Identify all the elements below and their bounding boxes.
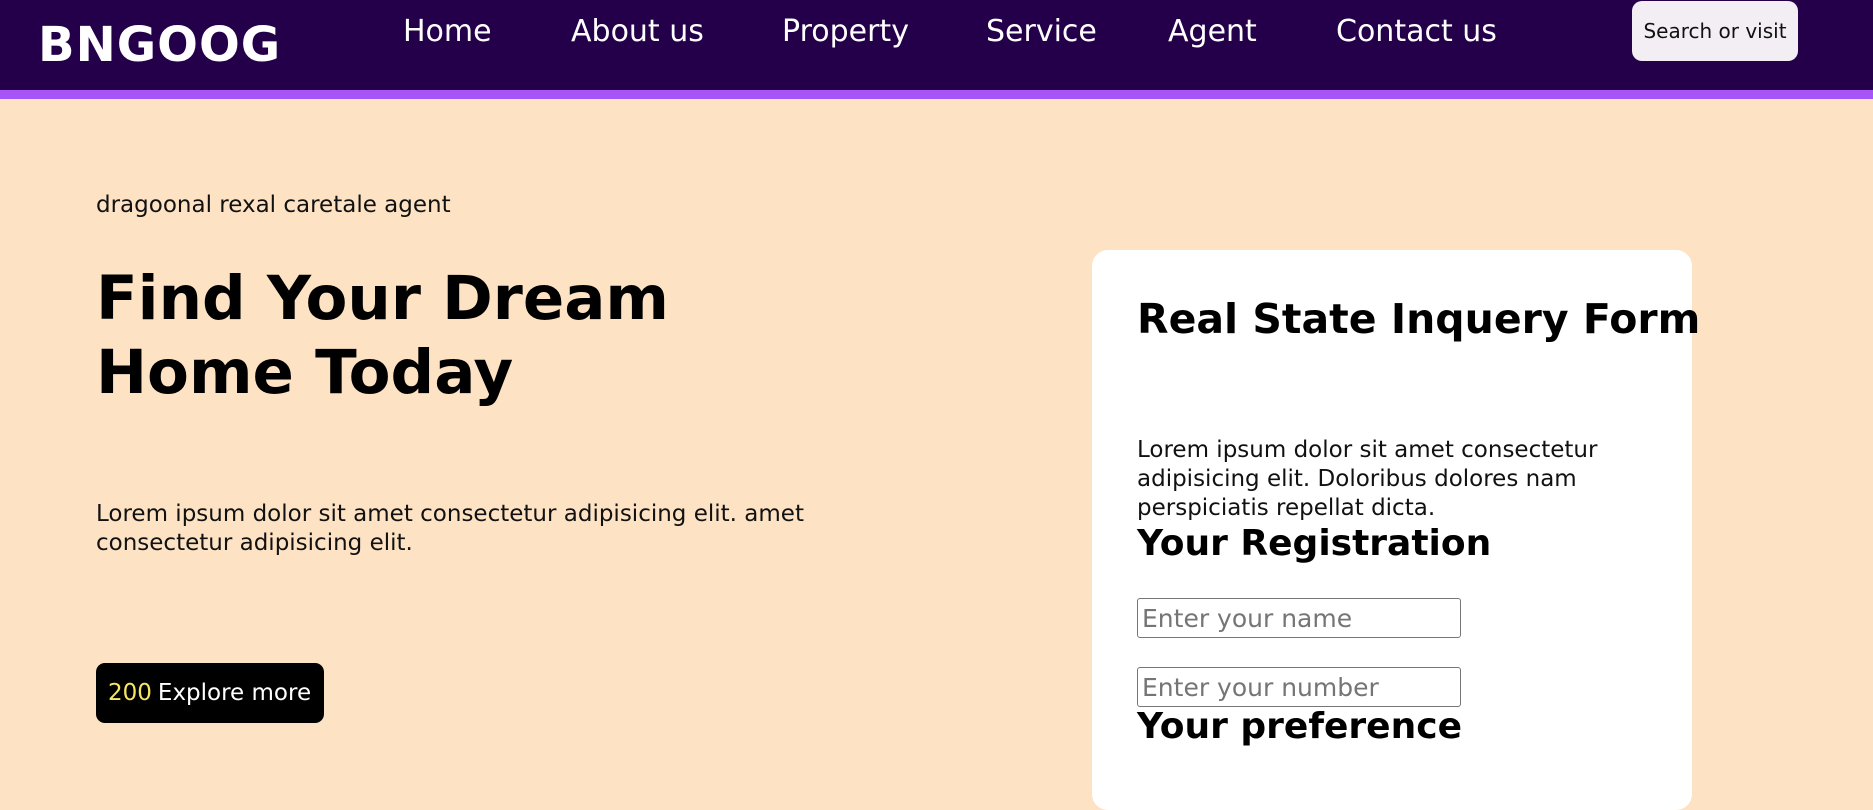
nav-link-about-us[interactable]: About us: [571, 12, 704, 52]
nav-link-service[interactable]: Service: [986, 12, 1097, 52]
form-title: Real State Inquery Form: [1137, 295, 1701, 343]
explore-label: Explore more: [157, 680, 312, 706]
number-input[interactable]: [1137, 667, 1461, 707]
top-navbar: BNGOOG Home About us Property Service Ag…: [0, 0, 1873, 99]
preference-heading: Your preference: [1137, 706, 1462, 747]
inquiry-form-card: Real State Inquery Form Lorem ipsum dolo…: [1092, 250, 1700, 810]
nav-link-agent[interactable]: Agent: [1168, 12, 1257, 52]
nav-link-contact-us[interactable]: Contact us: [1336, 12, 1497, 52]
hero-title: Find Your Dream Home Today: [96, 263, 669, 408]
nav-link-home[interactable]: Home: [403, 12, 492, 52]
hero-description: Lorem ipsum dolor sit amet consectetur a…: [96, 501, 804, 556]
explore-more-button[interactable]: 200 Explore more: [96, 663, 325, 723]
site-logo[interactable]: BNGOOG: [38, 17, 281, 73]
form-description: Lorem ipsum dolor sit amet consectetur a…: [1137, 437, 1598, 521]
explore-count: 200: [108, 680, 152, 706]
registration-heading: Your Registration: [1137, 523, 1492, 564]
nav-link-property[interactable]: Property: [782, 12, 909, 52]
name-input[interactable]: [1137, 598, 1461, 638]
hero-tagline: dragoonal rexal caretale agent: [96, 192, 451, 218]
search-button[interactable]: Search or visit: [1632, 1, 1798, 61]
